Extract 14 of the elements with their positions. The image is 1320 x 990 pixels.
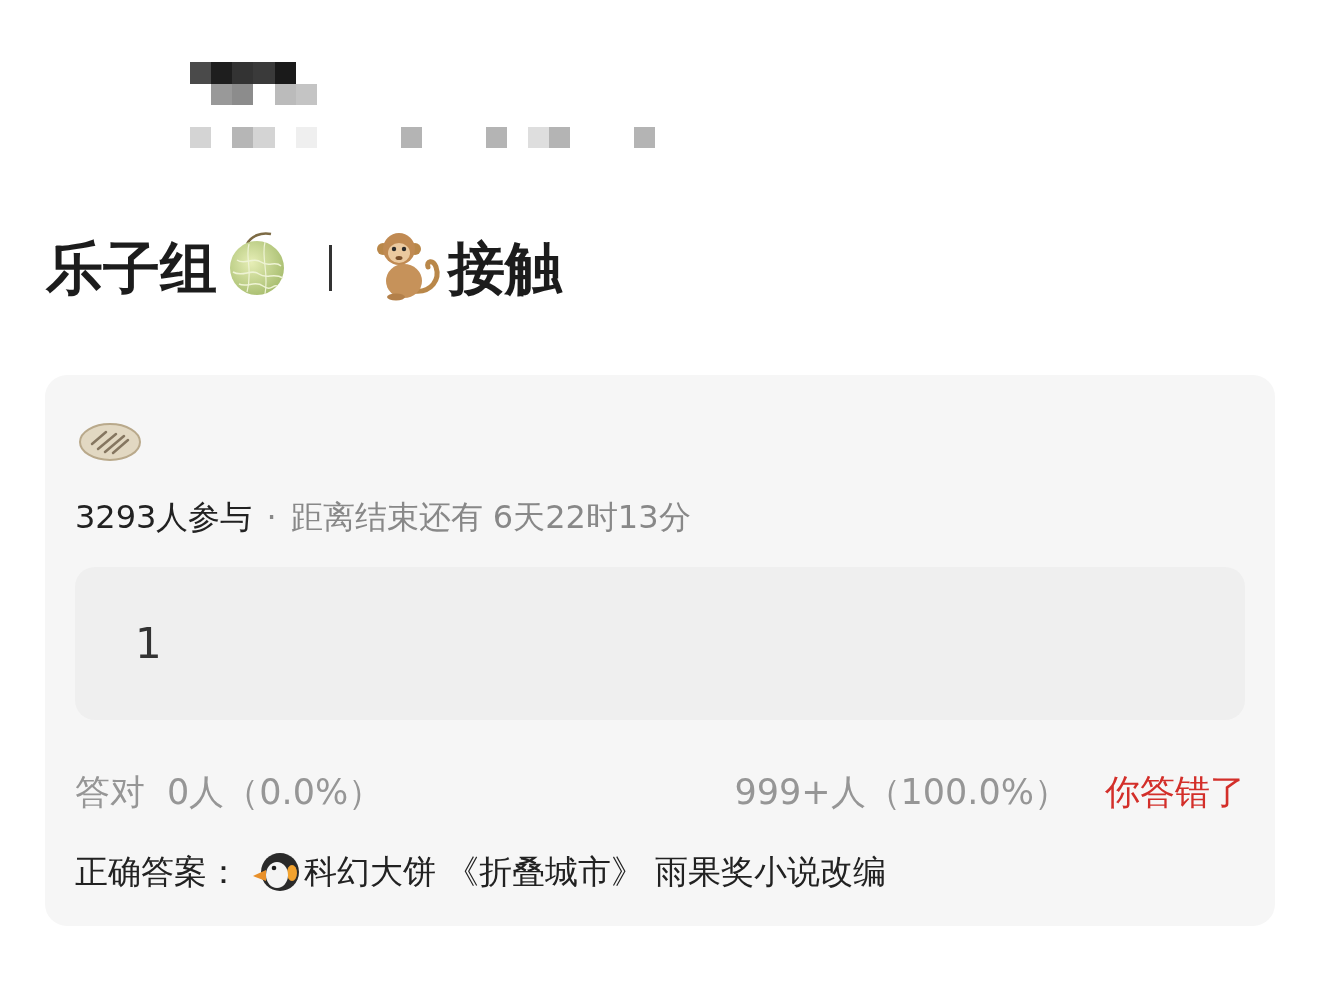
separator-dot: ·	[266, 497, 277, 537]
result-verdict: 你答错了	[1105, 771, 1245, 814]
flatbread-icon	[78, 422, 142, 462]
correct-label: 答对	[75, 771, 145, 814]
time-remaining: 距离结束还有 6天22时13分	[290, 497, 691, 537]
correct-count: 0人（0.0%）	[167, 771, 384, 814]
penguin-icon	[252, 851, 300, 893]
participant-count: 3293人参与	[75, 497, 253, 537]
answer-label: 正确答案：	[75, 851, 240, 893]
post-title: 接触	[448, 234, 562, 303]
answer-text: 科幻大饼 《折叠城市》 雨果奖小说改编	[304, 851, 886, 893]
wrong-count: 999+人（100.0%）	[734, 771, 1069, 814]
post-title: 乐子组	[46, 234, 217, 303]
answer-option[interactable]: 1	[75, 567, 1245, 720]
